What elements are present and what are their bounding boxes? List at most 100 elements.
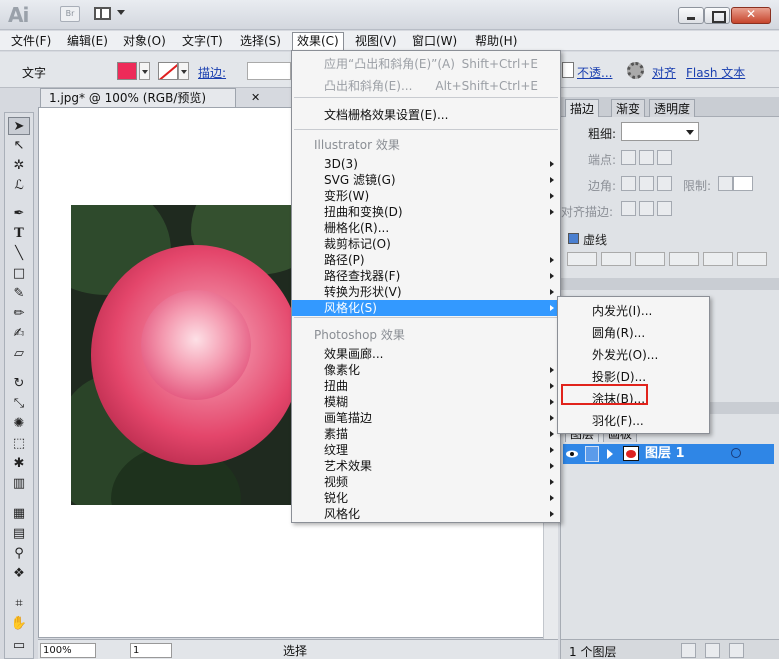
align-link[interactable]: 对齐 xyxy=(652,64,676,81)
document-tab[interactable]: 1.jpg* @ 100% (RGB/预览) ✕ xyxy=(40,88,260,107)
stroke-weight-input[interactable] xyxy=(247,62,291,80)
menu-file[interactable]: 文件(F) xyxy=(7,33,55,50)
stylize-menu-item[interactable]: 投影(D)... xyxy=(558,369,709,385)
expand-triangle-icon[interactable] xyxy=(607,449,613,459)
minimize-button[interactable] xyxy=(678,7,704,24)
stylize-menu-item[interactable]: 内发光(I)... xyxy=(558,303,709,319)
close-icon[interactable]: ✕ xyxy=(251,89,260,107)
effect-menu-item[interactable]: 路径查找器(F) xyxy=(292,268,560,284)
effect-menu-item[interactable]: 艺术效果 xyxy=(292,458,560,474)
new-layer-icon[interactable] xyxy=(705,643,720,658)
screen-mode-icon[interactable]: ▭ xyxy=(8,637,30,655)
placed-image[interactable] xyxy=(71,205,293,505)
stroke-color-swatch[interactable] xyxy=(158,62,178,80)
lock-toggle[interactable] xyxy=(585,446,599,462)
effect-menu-item[interactable]: 转换为形状(V) xyxy=(292,284,560,300)
menu-help[interactable]: 帮助(H) xyxy=(471,33,521,50)
line-tool-icon[interactable]: ╲ xyxy=(8,245,30,263)
menu-type[interactable]: 文字(T) xyxy=(178,33,227,50)
effect-menu-item[interactable]: 锐化 xyxy=(292,490,560,506)
gear-icon[interactable] xyxy=(627,62,644,79)
bridge-button[interactable]: Br xyxy=(60,6,80,22)
symbol-sprayer-tool-icon[interactable]: ✱ xyxy=(8,455,30,473)
stroke-weight-select[interactable] xyxy=(621,122,699,141)
effect-menu-item[interactable]: 风格化 xyxy=(292,506,560,522)
target-icon[interactable] xyxy=(731,448,741,458)
miter-join-icon[interactable] xyxy=(621,176,636,191)
tab-gradient[interactable]: 渐变 xyxy=(611,99,646,117)
eraser-tool-icon[interactable]: ▱ xyxy=(8,345,30,363)
stylize-menu-item[interactable]: 圆角(R)... xyxy=(558,325,709,341)
hand-tool-icon[interactable]: ✋ xyxy=(8,615,30,633)
lasso-tool-icon[interactable]: ℒ xyxy=(8,177,30,195)
effect-menu-item[interactable]: 路径(P) xyxy=(292,252,560,268)
slice-tool-icon[interactable]: ⌗ xyxy=(8,595,30,613)
pencil-tool-icon[interactable]: ✏ xyxy=(8,305,30,323)
rectangle-tool-icon[interactable]: □ xyxy=(8,265,30,283)
bevel-join-icon[interactable] xyxy=(657,176,672,191)
gradient-tool-icon[interactable]: ▤ xyxy=(8,525,30,543)
gap-field[interactable] xyxy=(669,252,699,266)
stylize-menu-item[interactable]: 羽化(F)... xyxy=(558,413,709,429)
zoom-level-field[interactable]: 100% xyxy=(40,643,96,658)
effect-menu-item[interactable]: 扭曲 xyxy=(292,378,560,394)
dash-field[interactable] xyxy=(567,252,597,266)
effect-menu-item[interactable]: 视频 xyxy=(292,474,560,490)
dashed-line-checkbox[interactable] xyxy=(568,233,579,244)
align-center-icon[interactable] xyxy=(621,201,636,216)
layer-name[interactable]: 图层 1 xyxy=(645,445,685,463)
arrange-documents-button[interactable] xyxy=(94,6,128,22)
menu-select[interactable]: 选择(S) xyxy=(236,33,285,50)
type-tool-icon[interactable]: T xyxy=(8,225,30,243)
butt-cap-icon[interactable] xyxy=(621,150,636,165)
pen-tool-icon[interactable]: ✒ xyxy=(8,205,30,223)
effect-menu-item[interactable]: SVG 滤镜(G) xyxy=(292,172,560,188)
effect-menu-item[interactable]: 3D(3) xyxy=(292,156,560,172)
effect-menu-item[interactable]: 裁剪标记(O) xyxy=(292,236,560,252)
mesh-tool-icon[interactable]: ▦ xyxy=(8,505,30,523)
tab-stroke[interactable]: 描边 xyxy=(565,99,600,117)
delete-layer-icon[interactable] xyxy=(729,643,744,658)
magic-wand-tool-icon[interactable]: ✲ xyxy=(8,157,30,175)
effect-menu-item[interactable]: 模糊 xyxy=(292,394,560,410)
menu-effect[interactable]: 效果(C) xyxy=(292,32,344,52)
flash-text-link[interactable]: Flash 文本 xyxy=(686,64,745,81)
effect-menu-item[interactable]: 素描 xyxy=(292,426,560,442)
close-button[interactable] xyxy=(731,7,771,24)
effect-menu-item[interactable]: 文档栅格效果设置(E)... xyxy=(292,107,560,123)
limit-stepper[interactable] xyxy=(718,176,733,191)
menu-edit[interactable]: 编辑(E) xyxy=(63,33,112,50)
gap-field[interactable] xyxy=(737,252,767,266)
direct-selection-tool-icon[interactable]: ↖ xyxy=(8,137,30,155)
dash-field[interactable] xyxy=(703,252,733,266)
blob-brush-tool-icon[interactable]: ✍ xyxy=(8,325,30,343)
gap-field[interactable] xyxy=(601,252,631,266)
paintbrush-tool-icon[interactable]: ✎ xyxy=(8,285,30,303)
effect-menu-item[interactable]: 纹理 xyxy=(292,442,560,458)
new-sublayer-icon[interactable] xyxy=(681,643,696,658)
limit-input[interactable] xyxy=(733,176,753,191)
stroke-dropdown[interactable] xyxy=(178,62,189,80)
fill-dropdown[interactable] xyxy=(139,62,150,80)
free-transform-tool-icon[interactable]: ⬚ xyxy=(8,435,30,453)
layer-row[interactable]: 图层 1 xyxy=(563,444,774,464)
effect-menu-item[interactable]: 风格化(S) xyxy=(292,300,560,316)
round-cap-icon[interactable] xyxy=(639,150,654,165)
menu-view[interactable]: 视图(V) xyxy=(351,33,401,50)
selection-tool-icon[interactable]: ➤ xyxy=(8,117,30,135)
scale-tool-icon[interactable]: ⤡ xyxy=(8,395,30,413)
effect-menu-item[interactable]: 栅格化(R)... xyxy=(292,220,560,236)
blend-tool-icon[interactable]: ❖ xyxy=(8,565,30,583)
eyedropper-tool-icon[interactable]: ⚲ xyxy=(8,545,30,563)
effect-menu-item[interactable]: 变形(W) xyxy=(292,188,560,204)
menu-window[interactable]: 窗口(W) xyxy=(408,33,461,50)
align-inside-icon[interactable] xyxy=(639,201,654,216)
artboard-number-field[interactable]: 1 xyxy=(130,643,172,658)
stroke-link[interactable]: 描边: xyxy=(198,64,226,81)
opacity-link[interactable]: 不透... xyxy=(577,64,612,81)
tab-transparency[interactable]: 透明度 xyxy=(649,99,696,117)
effect-menu-item[interactable]: 像素化 xyxy=(292,362,560,378)
maximize-button[interactable] xyxy=(704,7,730,24)
graph-tool-icon[interactable]: ▥ xyxy=(8,475,30,493)
fill-color-swatch[interactable] xyxy=(117,62,137,80)
